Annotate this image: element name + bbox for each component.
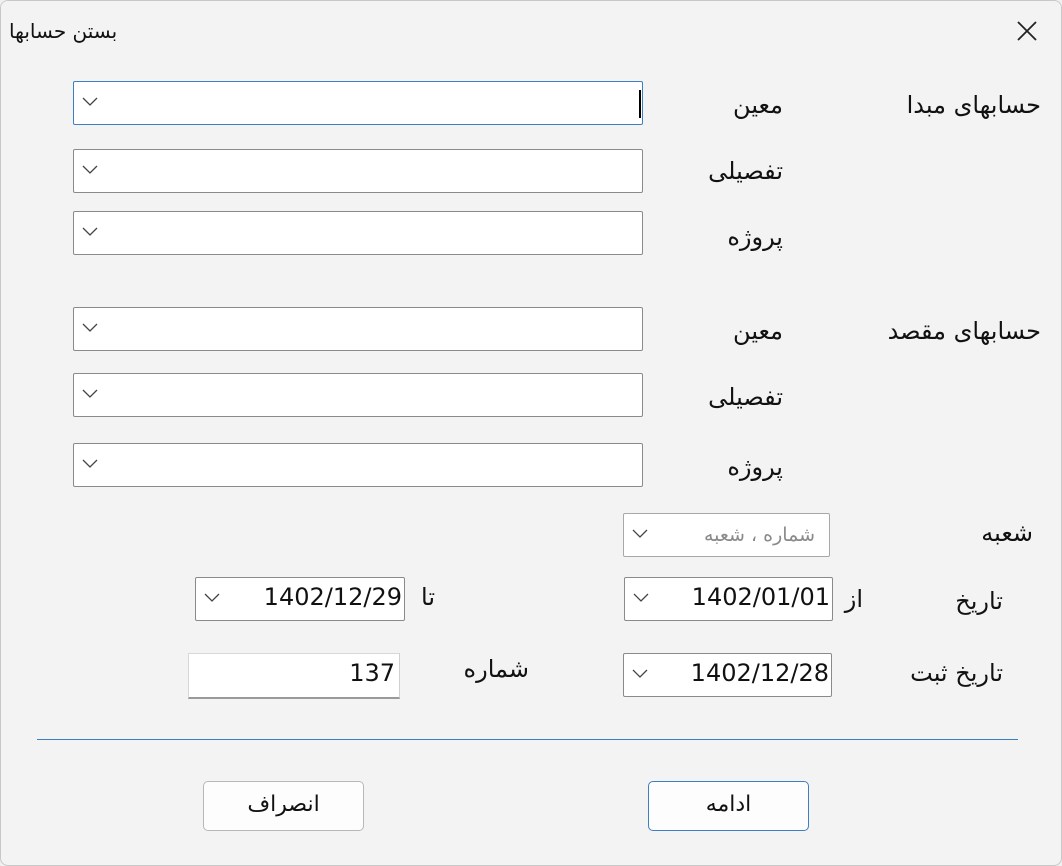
date-from-combo[interactable]: 1402/01/01 — [624, 577, 833, 621]
registration-date-value: 1402/12/28 — [690, 659, 829, 687]
registration-number-value: 137 — [349, 659, 395, 687]
close-icon — [1017, 21, 1037, 41]
target-moein-combo[interactable] — [73, 307, 643, 351]
chevron-down-icon — [82, 97, 98, 106]
source-moein-label: معین — [733, 91, 783, 119]
text-caret — [639, 90, 641, 118]
close-accounts-dialog: بستن حسابها حسابهای مبدا معین تفصیلی پرو… — [0, 0, 1062, 866]
source-tafsili-label: تفصیلی — [708, 157, 783, 185]
chevron-down-icon — [82, 165, 98, 174]
date-to-combo[interactable]: 1402/12/29 — [195, 577, 405, 621]
branch-label: شعبه — [981, 519, 1033, 547]
chevron-down-icon — [632, 669, 648, 678]
chevron-down-icon — [82, 389, 98, 398]
chevron-down-icon — [204, 593, 220, 602]
chevron-down-icon — [82, 323, 98, 332]
source-accounts-label: حسابهای مبدا — [906, 91, 1041, 119]
date-label: تاریخ — [955, 587, 1003, 615]
target-accounts-label: حسابهای مقصد — [887, 317, 1041, 345]
target-project-combo[interactable] — [73, 443, 643, 487]
target-tafsili-label: تفصیلی — [708, 383, 783, 411]
date-to-label: تا — [421, 583, 435, 611]
registration-number-label: شماره — [463, 655, 529, 683]
continue-button[interactable]: ادامه — [648, 781, 809, 831]
date-to-value: 1402/12/29 — [263, 583, 402, 611]
target-tafsili-combo[interactable] — [73, 373, 643, 417]
date-from-value: 1402/01/01 — [691, 583, 830, 611]
source-tafsili-combo[interactable] — [73, 149, 643, 193]
chevron-down-icon — [633, 593, 649, 602]
window-title: بستن حسابها — [9, 19, 118, 43]
close-button[interactable] — [1003, 11, 1049, 49]
chevron-down-icon — [82, 227, 98, 236]
chevron-down-icon — [82, 459, 98, 468]
chevron-down-icon — [632, 529, 648, 538]
date-from-label: از — [844, 585, 863, 613]
target-moein-label: معین — [733, 317, 783, 345]
registration-date-combo[interactable]: 1402/12/28 — [623, 653, 832, 697]
source-project-combo[interactable] — [73, 211, 643, 255]
source-project-label: پروژه — [727, 223, 783, 251]
source-moein-combo[interactable] — [73, 81, 643, 125]
title-bar: بستن حسابها — [1, 1, 1061, 57]
target-project-label: پروژه — [727, 453, 783, 481]
registration-number-input[interactable]: 137 — [188, 653, 400, 699]
branch-placeholder: شماره ، شعبه — [703, 524, 815, 546]
cancel-button[interactable]: انصراف — [203, 781, 364, 831]
branch-combo[interactable]: شماره ، شعبه — [623, 513, 830, 557]
divider — [37, 739, 1018, 740]
registration-date-label: تاریخ ثبت — [910, 659, 1003, 687]
